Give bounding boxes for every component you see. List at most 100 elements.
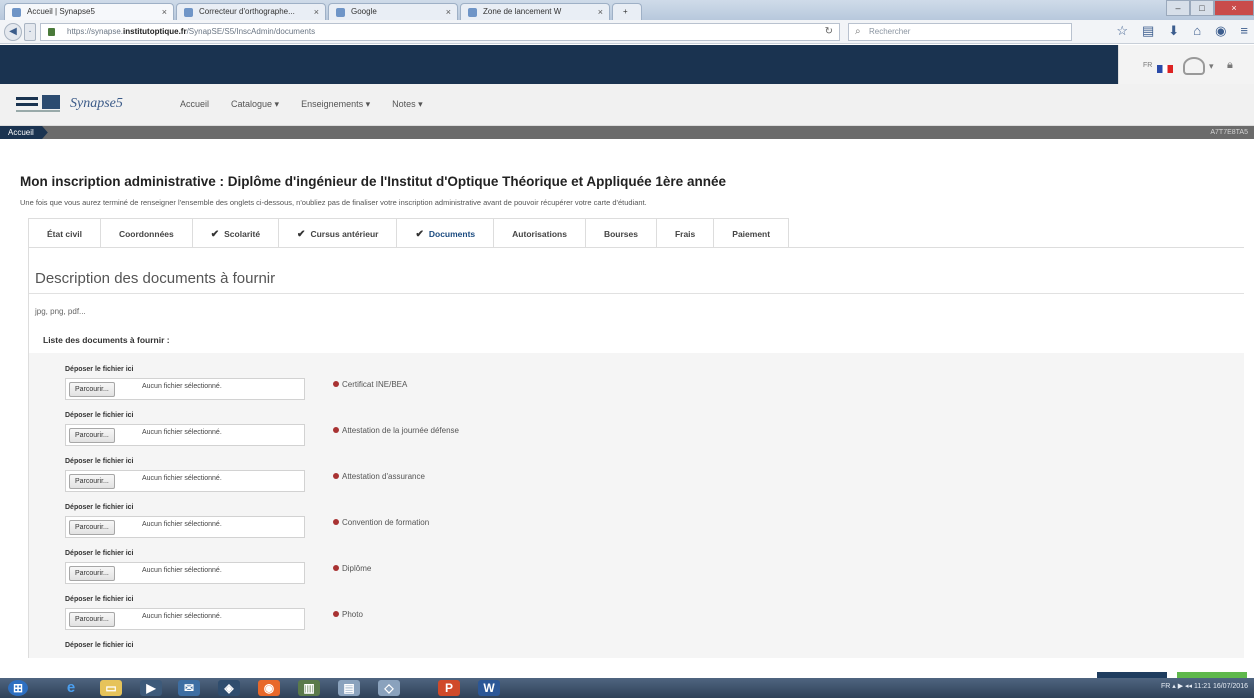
menu-item-catalogue[interactable]: Catalogue ▾ xyxy=(231,99,279,110)
download-icon[interactable]: ⬇ xyxy=(1168,23,1179,39)
drop-zone-label[interactable]: Déposer le fichier ici xyxy=(65,412,133,419)
breadcrumb[interactable]: Accueil xyxy=(0,126,48,139)
favicon-icon xyxy=(184,8,193,17)
document-row: Déposer le fichier ici Parcourir... Aucu… xyxy=(29,504,729,550)
menu-item-notes[interactable]: Notes ▾ xyxy=(392,99,423,110)
media-icon[interactable]: ▶ xyxy=(140,680,162,696)
browse-button[interactable]: Parcourir... xyxy=(69,566,115,581)
browse-button[interactable]: Parcourir... xyxy=(69,382,115,397)
page-subtitle: Une fois que vous aurez terminé de rense… xyxy=(20,198,647,207)
documents-list: Déposer le fichier ici Parcourir... Aucu… xyxy=(29,353,1244,658)
close-tab-icon[interactable]: × xyxy=(446,4,451,20)
checkmark-icon: ✔ xyxy=(210,229,220,240)
url-path: /SynapSE/S5/InscAdmin/documents xyxy=(186,27,316,36)
app-icon[interactable]: ◈ xyxy=(218,680,240,696)
no-file-text: Aucun fichier sélectionné. xyxy=(142,521,222,528)
file-input[interactable]: Parcourir... Aucun fichier sélectionné. xyxy=(65,424,305,446)
maximize-icon[interactable]: □ xyxy=(1190,0,1214,16)
close-tab-icon[interactable]: × xyxy=(598,4,603,20)
browse-button[interactable]: Parcourir... xyxy=(69,474,115,489)
window-controls: – □ × xyxy=(1166,0,1254,16)
drop-zone-label[interactable]: Déposer le fichier ici xyxy=(65,550,133,557)
favicon-icon xyxy=(468,8,477,17)
firefox-icon[interactable]: ◉ xyxy=(258,680,280,696)
browser-search-input[interactable]: ⌕ Rechercher xyxy=(848,23,1072,41)
app-icon[interactable]: ◇ xyxy=(378,680,400,696)
powerpoint-icon[interactable]: P xyxy=(438,680,460,696)
french-flag-icon[interactable] xyxy=(1157,65,1173,73)
back-arrow-icon[interactable]: ◀ xyxy=(4,23,22,41)
file-input[interactable]: Parcourir... Aucun fichier sélectionné. xyxy=(65,470,305,492)
new-tab-button[interactable]: + xyxy=(612,3,642,20)
drop-zone-label[interactable]: Déposer le fichier ici xyxy=(65,458,133,465)
tab-frais[interactable]: Frais xyxy=(655,218,714,248)
tab-coordonnees[interactable]: Coordonnées xyxy=(99,218,192,248)
browser-tab-zone[interactable]: Zone de lancement W × xyxy=(460,3,610,20)
app-icon[interactable]: ▥ xyxy=(298,680,320,696)
outlook-icon[interactable]: ✉ xyxy=(178,680,200,696)
browse-button[interactable]: Parcourir... xyxy=(69,428,115,443)
browser-tab-google[interactable]: Google × xyxy=(328,3,458,20)
close-window-icon[interactable]: × xyxy=(1214,0,1254,16)
browser-tab-title: Accueil | Synapse5 xyxy=(27,7,95,16)
tab-autorisations[interactable]: Autorisations xyxy=(493,218,585,248)
menu-icon[interactable]: ≡ xyxy=(1240,23,1248,39)
favicon-icon xyxy=(336,8,345,17)
file-explorer-icon[interactable]: ▭ xyxy=(100,680,122,696)
address-bar[interactable]: https://synapse.institutoptique.fr/Synap… xyxy=(40,23,840,41)
document-label: Photo xyxy=(342,610,363,619)
file-input[interactable]: Parcourir... Aucun fichier sélectionné. xyxy=(65,516,305,538)
pocket-icon[interactable]: ◉ xyxy=(1215,23,1226,39)
search-placeholder: Rechercher xyxy=(869,27,911,36)
file-input[interactable]: Parcourir... Aucun fichier sélectionné. xyxy=(65,378,305,400)
drop-zone-label[interactable]: Déposer le fichier ici xyxy=(65,504,133,511)
bookmark-star-icon[interactable]: ☆ xyxy=(1116,23,1128,39)
browse-button[interactable]: Parcourir... xyxy=(69,520,115,535)
tray-language[interactable]: FR xyxy=(1161,683,1170,690)
internet-explorer-icon[interactable]: e xyxy=(60,680,82,696)
tab-paiement[interactable]: Paiement xyxy=(713,218,790,248)
home-icon[interactable]: ⌂ xyxy=(1193,23,1201,39)
tray-icons[interactable]: ▴ ▶ ◂◂ xyxy=(1172,683,1194,690)
required-dot-icon xyxy=(333,611,339,617)
checkmark-icon: ✔ xyxy=(415,229,424,240)
tab-bourses[interactable]: Bourses xyxy=(584,218,656,248)
drop-zone-label[interactable]: Déposer le fichier ici xyxy=(65,642,133,649)
tab-scolarite[interactable]: ✔ Scolarité xyxy=(191,218,279,248)
bookmarks-list-icon[interactable]: ▤ xyxy=(1142,23,1154,39)
reload-icon[interactable]: ↻ xyxy=(825,24,833,40)
close-tab-icon[interactable]: × xyxy=(162,4,167,20)
word-icon[interactable]: W xyxy=(478,680,500,696)
user-avatar-icon[interactable] xyxy=(1183,57,1205,75)
browse-button[interactable]: Parcourir... xyxy=(69,612,115,627)
start-button-icon[interactable]: ⊞ xyxy=(8,680,28,696)
document-row: Déposer le fichier ici Parcourir... Aucu… xyxy=(29,596,729,642)
document-label: Certificat INE/BEA xyxy=(342,380,408,389)
document-label: Attestation d'assurance xyxy=(342,472,425,481)
chevron-down-icon[interactable]: ▾ xyxy=(1209,61,1214,72)
language-label[interactable]: FR xyxy=(1143,62,1152,69)
menu-item-accueil[interactable]: Accueil xyxy=(180,99,209,110)
logout-lock-icon[interactable]: 🔒︎ xyxy=(1227,59,1233,72)
history-icon[interactable]: · xyxy=(24,23,36,41)
tab-documents[interactable]: ✔ Documents xyxy=(396,218,494,248)
close-tab-icon[interactable]: × xyxy=(314,4,319,20)
minimize-icon[interactable]: – xyxy=(1166,0,1190,16)
institut-logo[interactable] xyxy=(16,95,64,117)
drop-zone-label[interactable]: Déposer le fichier ici xyxy=(65,596,133,603)
browser-tab-synapse[interactable]: Accueil | Synapse5 × xyxy=(4,3,174,20)
drop-zone-label[interactable]: Déposer le fichier ici xyxy=(65,366,133,373)
browser-tab-title: Google xyxy=(351,7,377,16)
search-icon: ⌕ xyxy=(855,26,861,37)
synapse-logo-text[interactable]: Synapse5 xyxy=(70,96,123,112)
app-icon[interactable]: ▤ xyxy=(338,680,360,696)
no-file-text: Aucun fichier sélectionné. xyxy=(142,383,222,390)
file-input[interactable]: Parcourir... Aucun fichier sélectionné. xyxy=(65,608,305,630)
system-tray: FR ▴ ▶ ◂◂ 11:21 16/07/2016 xyxy=(1161,682,1248,690)
menu-item-enseignements[interactable]: Enseignements ▾ xyxy=(301,99,370,110)
browser-tab-correcteur[interactable]: Correcteur d'orthographe... × xyxy=(176,3,326,20)
tab-cursus-anterieur[interactable]: ✔ Cursus antérieur xyxy=(278,218,397,248)
tab-etat-civil[interactable]: État civil xyxy=(28,218,100,248)
file-input[interactable]: Parcourir... Aucun fichier sélectionné. xyxy=(65,562,305,584)
document-name: Photo xyxy=(333,610,363,619)
